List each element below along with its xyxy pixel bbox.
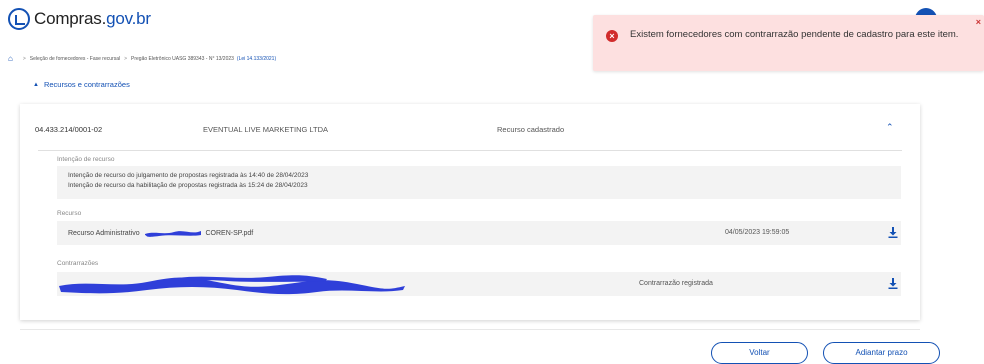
error-toast: × Existem fornecedores com contrarrazão … (593, 15, 984, 71)
toast-message: Existem fornecedores com contrarrazão pe… (630, 29, 959, 40)
breadcrumb: ⌂ > Seleção de fornecedores - Fase recur… (8, 54, 276, 63)
home-icon[interactable]: ⌂ (8, 54, 13, 63)
chevron-right-icon: > (22, 55, 26, 62)
breadcrumb-step-pregao: Pregão Eletrônico UASG 389343 - N° 13/20… (131, 55, 234, 62)
redaction-mark (59, 275, 405, 295)
contrarrazao-row: Contrarrazão registrada (57, 272, 901, 296)
contrarrazoes-label: Contrarrazões (57, 260, 99, 267)
breadcrumb-step-selecao[interactable]: Seleção de fornecedores - Fase recursal (30, 56, 120, 62)
close-icon[interactable]: × (976, 17, 981, 27)
adiantar-prazo-button[interactable]: Adiantar prazo (823, 342, 940, 364)
supplier-card: 04.433.214/0001-02 EVENTUAL LIVE MARKETI… (20, 104, 920, 320)
supplier-card-header[interactable]: 04.433.214/0001-02 EVENTUAL LIVE MARKETI… (20, 104, 920, 150)
recurso-date: 04/05/2023 19:59:05 (725, 229, 790, 236)
breadcrumb-law-link[interactable]: (Lei 14.133/2021) (237, 56, 276, 62)
compras-logo-icon (8, 8, 30, 30)
voltar-button[interactable]: Voltar (711, 342, 808, 364)
compras-gov-logo[interactable]: Compras.gov.br (8, 8, 151, 30)
supplier-status: Recurso cadastrado (497, 125, 565, 134)
section-title: Recursos e contrarrazões (43, 80, 130, 89)
intencao-line-julgamento: Intenção de recurso do julgamento de pro… (68, 172, 309, 179)
redaction-mark (144, 231, 201, 237)
recurso-file-name[interactable]: Recurso Administrativo COREN-SP.pdf (68, 229, 253, 237)
divider (20, 329, 920, 330)
logo-text: Compras.gov.br (34, 9, 151, 28)
download-icon[interactable] (888, 227, 898, 238)
intencao-label: Intenção de recurso (57, 156, 115, 163)
chevron-up-icon: ▲ (33, 81, 39, 88)
intencao-line-habilitacao: Intenção de recurso da habilitação de pr… (68, 182, 308, 189)
section-toggle-recursos[interactable]: ▲ Recursos e contrarrazões (33, 80, 130, 89)
chevron-up-icon[interactable]: ⌃ (886, 122, 894, 133)
error-circle-icon: × (606, 30, 618, 42)
supplier-name: EVENTUAL LIVE MARKETING LTDA (203, 125, 329, 134)
chevron-right-icon: > (124, 55, 128, 62)
supplier-cnpj: 04.433.214/0001-02 (35, 125, 103, 134)
contrarrazao-status: Contrarrazão registrada (639, 280, 713, 287)
divider (38, 150, 902, 151)
intencao-panel: Intenção de recurso do julgamento de pro… (57, 166, 901, 199)
recurso-file-row: Recurso Administrativo COREN-SP.pdf 04/0… (57, 221, 901, 245)
download-icon[interactable] (888, 278, 898, 289)
recurso-label: Recurso (57, 210, 82, 217)
